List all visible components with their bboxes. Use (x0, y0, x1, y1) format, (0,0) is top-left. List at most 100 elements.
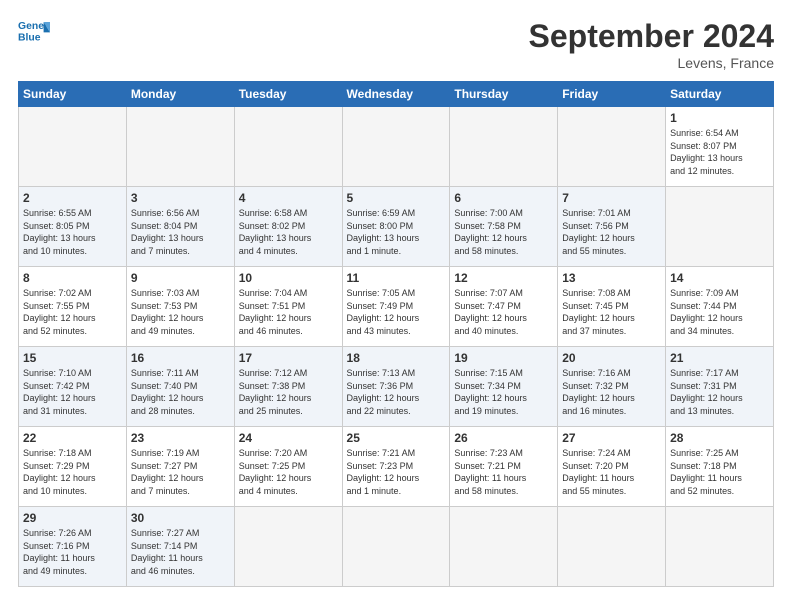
table-row: 25Sunrise: 7:21 AM Sunset: 7:23 PM Dayli… (342, 427, 450, 507)
day-number: 3 (131, 191, 230, 205)
day-info: Sunrise: 6:54 AM Sunset: 8:07 PM Dayligh… (670, 127, 769, 177)
table-row: 22Sunrise: 7:18 AM Sunset: 7:29 PM Dayli… (19, 427, 127, 507)
table-row: 8 Sunrise: 7:02 AM Sunset: 7:55 PM Daylig… (19, 267, 127, 347)
table-row (450, 107, 558, 187)
col-sunday: Sunday (19, 82, 127, 107)
day-info: Sunrise: 7:09 AM Sunset: 7:44 PM Dayligh… (670, 287, 769, 337)
table-row: 17 Sunrise: 7:12 AM Sunset: 7:38 PM Dayli… (234, 347, 342, 427)
calendar-row: 29 Sunrise: 7:26 AM Sunset: 7:16 PM Dayli… (19, 507, 774, 587)
table-row: 21Sunrise: 7:17 AM Sunset: 7:31 PM Dayli… (666, 347, 774, 427)
table-row: 11Sunrise: 7:05 AM Sunset: 7:49 PM Dayli… (342, 267, 450, 347)
table-row (450, 507, 558, 587)
day-number: 18 (347, 351, 446, 365)
table-row: 1 Sunrise: 6:54 AM Sunset: 8:07 PM Daylig… (666, 107, 774, 187)
day-info: Sunrise: 7:02 AM Sunset: 7:55 PM Dayligh… (23, 287, 122, 337)
calendar-table: Sunday Monday Tuesday Wednesday Thursday… (18, 81, 774, 587)
day-number: 13 (562, 271, 661, 285)
day-number: 17 (239, 351, 338, 365)
day-info: Sunrise: 6:59 AM Sunset: 8:00 PM Dayligh… (347, 207, 446, 257)
table-row (558, 107, 666, 187)
day-info: Sunrise: 7:21 AM Sunset: 7:23 PM Dayligh… (347, 447, 446, 497)
day-number: 30 (131, 511, 230, 525)
calendar-row: 22Sunrise: 7:18 AM Sunset: 7:29 PM Dayli… (19, 427, 774, 507)
day-info: Sunrise: 7:03 AM Sunset: 7:53 PM Dayligh… (131, 287, 230, 337)
title-block: September 2024 Levens, France (529, 18, 774, 71)
day-number: 4 (239, 191, 338, 205)
day-info: Sunrise: 7:11 AM Sunset: 7:40 PM Dayligh… (131, 367, 230, 417)
day-info: Sunrise: 7:04 AM Sunset: 7:51 PM Dayligh… (239, 287, 338, 337)
day-info: Sunrise: 7:01 AM Sunset: 7:56 PM Dayligh… (562, 207, 661, 257)
day-info: Sunrise: 7:27 AM Sunset: 7:14 PM Dayligh… (131, 527, 230, 577)
day-number: 29 (23, 511, 122, 525)
day-info: Sunrise: 7:25 AM Sunset: 7:18 PM Dayligh… (670, 447, 769, 497)
day-number: 23 (131, 431, 230, 445)
day-number: 20 (562, 351, 661, 365)
day-info: Sunrise: 7:16 AM Sunset: 7:32 PM Dayligh… (562, 367, 661, 417)
table-row: 9 Sunrise: 7:03 AM Sunset: 7:53 PM Daylig… (126, 267, 234, 347)
location: Levens, France (529, 55, 774, 71)
day-info: Sunrise: 6:55 AM Sunset: 8:05 PM Dayligh… (23, 207, 122, 257)
col-wednesday: Wednesday (342, 82, 450, 107)
table-row (126, 107, 234, 187)
day-info: Sunrise: 7:23 AM Sunset: 7:21 PM Dayligh… (454, 447, 553, 497)
day-info: Sunrise: 7:10 AM Sunset: 7:42 PM Dayligh… (23, 367, 122, 417)
day-info: Sunrise: 7:18 AM Sunset: 7:29 PM Dayligh… (23, 447, 122, 497)
table-row (666, 187, 774, 267)
day-info: Sunrise: 7:13 AM Sunset: 7:36 PM Dayligh… (347, 367, 446, 417)
table-row (342, 507, 450, 587)
day-number: 2 (23, 191, 122, 205)
day-info: Sunrise: 7:00 AM Sunset: 7:58 PM Dayligh… (454, 207, 553, 257)
day-info: Sunrise: 7:12 AM Sunset: 7:38 PM Dayligh… (239, 367, 338, 417)
calendar-row: 1 Sunrise: 6:54 AM Sunset: 8:07 PM Daylig… (19, 107, 774, 187)
day-number: 5 (347, 191, 446, 205)
table-row: 24 Sunrise: 7:20 AM Sunset: 7:25 PM Dayli… (234, 427, 342, 507)
day-info: Sunrise: 7:15 AM Sunset: 7:34 PM Dayligh… (454, 367, 553, 417)
table-row: 28Sunrise: 7:25 AM Sunset: 7:18 PM Dayli… (666, 427, 774, 507)
day-number: 1 (670, 111, 769, 125)
day-number: 8 (23, 271, 122, 285)
table-row: 10 Sunrise: 7:04 AM Sunset: 7:51 PM Dayli… (234, 267, 342, 347)
day-number: 24 (239, 431, 338, 445)
header: General Blue September 2024 Levens, Fran… (18, 18, 774, 71)
day-number: 9 (131, 271, 230, 285)
day-info: Sunrise: 7:20 AM Sunset: 7:25 PM Dayligh… (239, 447, 338, 497)
table-row: 14 Sunrise: 7:09 AM Sunset: 7:44 PM Dayli… (666, 267, 774, 347)
day-number: 10 (239, 271, 338, 285)
day-number: 11 (347, 271, 446, 285)
table-row: 6 Sunrise: 7:00 AM Sunset: 7:58 PM Daylig… (450, 187, 558, 267)
day-number: 21 (670, 351, 769, 365)
col-saturday: Saturday (666, 82, 774, 107)
table-row (558, 507, 666, 587)
table-row: 4 Sunrise: 6:58 AM Sunset: 8:02 PM Daylig… (234, 187, 342, 267)
header-row: Sunday Monday Tuesday Wednesday Thursday… (19, 82, 774, 107)
table-row: 30 Sunrise: 7:27 AM Sunset: 7:14 PM Dayli… (126, 507, 234, 587)
col-monday: Monday (126, 82, 234, 107)
table-row: 26Sunrise: 7:23 AM Sunset: 7:21 PM Dayli… (450, 427, 558, 507)
table-row (666, 507, 774, 587)
day-number: 7 (562, 191, 661, 205)
table-row: 18 Sunrise: 7:13 AM Sunset: 7:36 PM Dayli… (342, 347, 450, 427)
day-info: Sunrise: 6:58 AM Sunset: 8:02 PM Dayligh… (239, 207, 338, 257)
day-number: 12 (454, 271, 553, 285)
table-row: 16 Sunrise: 7:11 AM Sunset: 7:40 PM Dayli… (126, 347, 234, 427)
day-number: 6 (454, 191, 553, 205)
day-number: 16 (131, 351, 230, 365)
calendar-row: 15 Sunrise: 7:10 AM Sunset: 7:42 PM Dayli… (19, 347, 774, 427)
day-info: Sunrise: 7:26 AM Sunset: 7:16 PM Dayligh… (23, 527, 122, 577)
day-number: 15 (23, 351, 122, 365)
day-info: Sunrise: 7:19 AM Sunset: 7:27 PM Dayligh… (131, 447, 230, 497)
day-number: 14 (670, 271, 769, 285)
table-row: 7 Sunrise: 7:01 AM Sunset: 7:56 PM Daylig… (558, 187, 666, 267)
table-row: 15 Sunrise: 7:10 AM Sunset: 7:42 PM Dayli… (19, 347, 127, 427)
day-number: 27 (562, 431, 661, 445)
col-friday: Friday (558, 82, 666, 107)
table-row: 27Sunrise: 7:24 AM Sunset: 7:20 PM Dayli… (558, 427, 666, 507)
table-row: 3Sunrise: 6:56 AM Sunset: 8:04 PM Daylig… (126, 187, 234, 267)
table-row: 23 Sunrise: 7:19 AM Sunset: 7:27 PM Dayli… (126, 427, 234, 507)
table-row: 2 Sunrise: 6:55 AM Sunset: 8:05 PM Daylig… (19, 187, 127, 267)
day-info: Sunrise: 7:08 AM Sunset: 7:45 PM Dayligh… (562, 287, 661, 337)
table-row: 29 Sunrise: 7:26 AM Sunset: 7:16 PM Dayli… (19, 507, 127, 587)
logo-icon: General Blue (18, 18, 50, 46)
calendar-row: 2 Sunrise: 6:55 AM Sunset: 8:05 PM Daylig… (19, 187, 774, 267)
table-row: 20 Sunrise: 7:16 AM Sunset: 7:32 PM Dayli… (558, 347, 666, 427)
